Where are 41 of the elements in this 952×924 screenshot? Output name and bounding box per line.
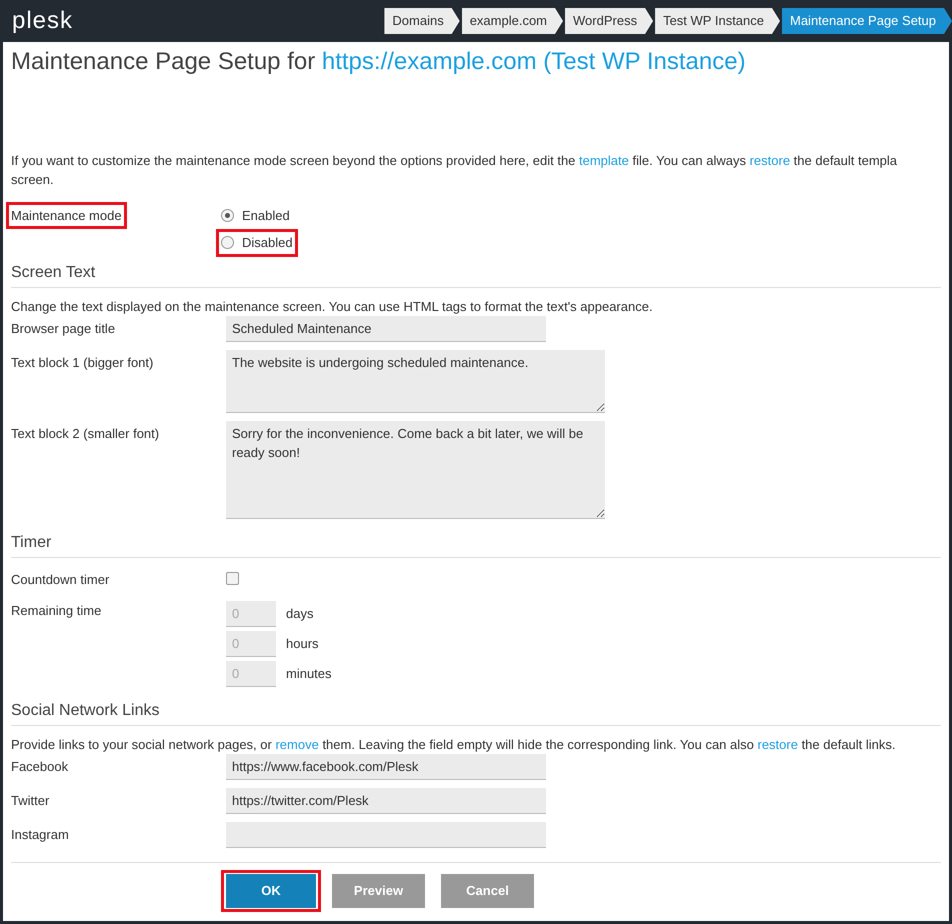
intro-text: screen. — [11, 171, 55, 189]
radio-button[interactable] — [221, 236, 234, 250]
page-title: Maintenance Page Setup for https://example.com (Test WP Instance) — [11, 47, 747, 77]
intro-text: If you want to customize the maintenance mode screen beyond the options provided here, edit the template file. You can always restore the default templa — [11, 152, 898, 170]
section-heading: Screen Text — [11, 264, 96, 280]
field-label: Remaining time — [11, 603, 102, 618]
field-label: Text block 2 (smaller font) — [11, 426, 160, 440]
form-button[interactable]: OK — [226, 874, 316, 908]
field-label: Facebook — [11, 759, 68, 774]
unit-label: minutes — [286, 665, 332, 684]
text-area[interactable]: Sorry for the inconvenience. Come back a bit later, we will be ready soon! — [226, 420, 605, 518]
section-heading: Social Network Links — [11, 702, 160, 719]
unit-label: hours — [286, 635, 319, 654]
field-label: Text block 1 (bigger font) — [11, 354, 154, 370]
checkbox[interactable] — [226, 572, 239, 584]
breadcrumb-item[interactable]: Test WP Instance — [655, 8, 780, 34]
input-field[interactable]: https://twitter.com/Plesk — [226, 788, 546, 814]
number-field[interactable]: 0 — [226, 631, 276, 657]
unit-label: days — [286, 605, 314, 624]
section-description: Change the text displayed on the maintenance screen. You can use HTML tags to format the text's appearance. — [11, 298, 654, 316]
field-label: Maintenance mode — [11, 206, 122, 224]
input-field[interactable] — [226, 822, 546, 848]
breadcrumb-item[interactable]: Maintenance Page Setup — [782, 8, 952, 34]
field-label: Instagram — [11, 827, 69, 842]
input-field[interactable]: https://www.facebook.com/Plesk — [226, 754, 546, 780]
field-label: Browser page title — [11, 320, 116, 336]
breadcrumb-item[interactable]: example.com — [462, 8, 564, 34]
number-field[interactable]: 0 — [226, 601, 276, 627]
radio-button[interactable] — [221, 208, 234, 222]
breadcrumb-item[interactable]: Domains — [384, 8, 460, 34]
field-label: Countdown timer — [11, 572, 110, 586]
input-field[interactable]: Scheduled Maintenance — [226, 316, 546, 342]
option-label: Disabled — [242, 234, 293, 252]
field-label: Twitter — [11, 793, 50, 808]
number-field[interactable]: 0 — [226, 661, 276, 687]
text-area[interactable]: The website is undergoing scheduled maintenance. — [226, 350, 605, 412]
section-heading: Timer — [11, 534, 52, 550]
section-description: Provide links to your social network pages, or remove them. Leaving the field empty will hide the corresponding link. You can also restore the default links. — [11, 736, 897, 754]
logo: plesk — [12, 9, 74, 33]
option-label: Enabled — [242, 206, 290, 224]
breadcrumb-item[interactable]: WordPress — [565, 8, 654, 34]
